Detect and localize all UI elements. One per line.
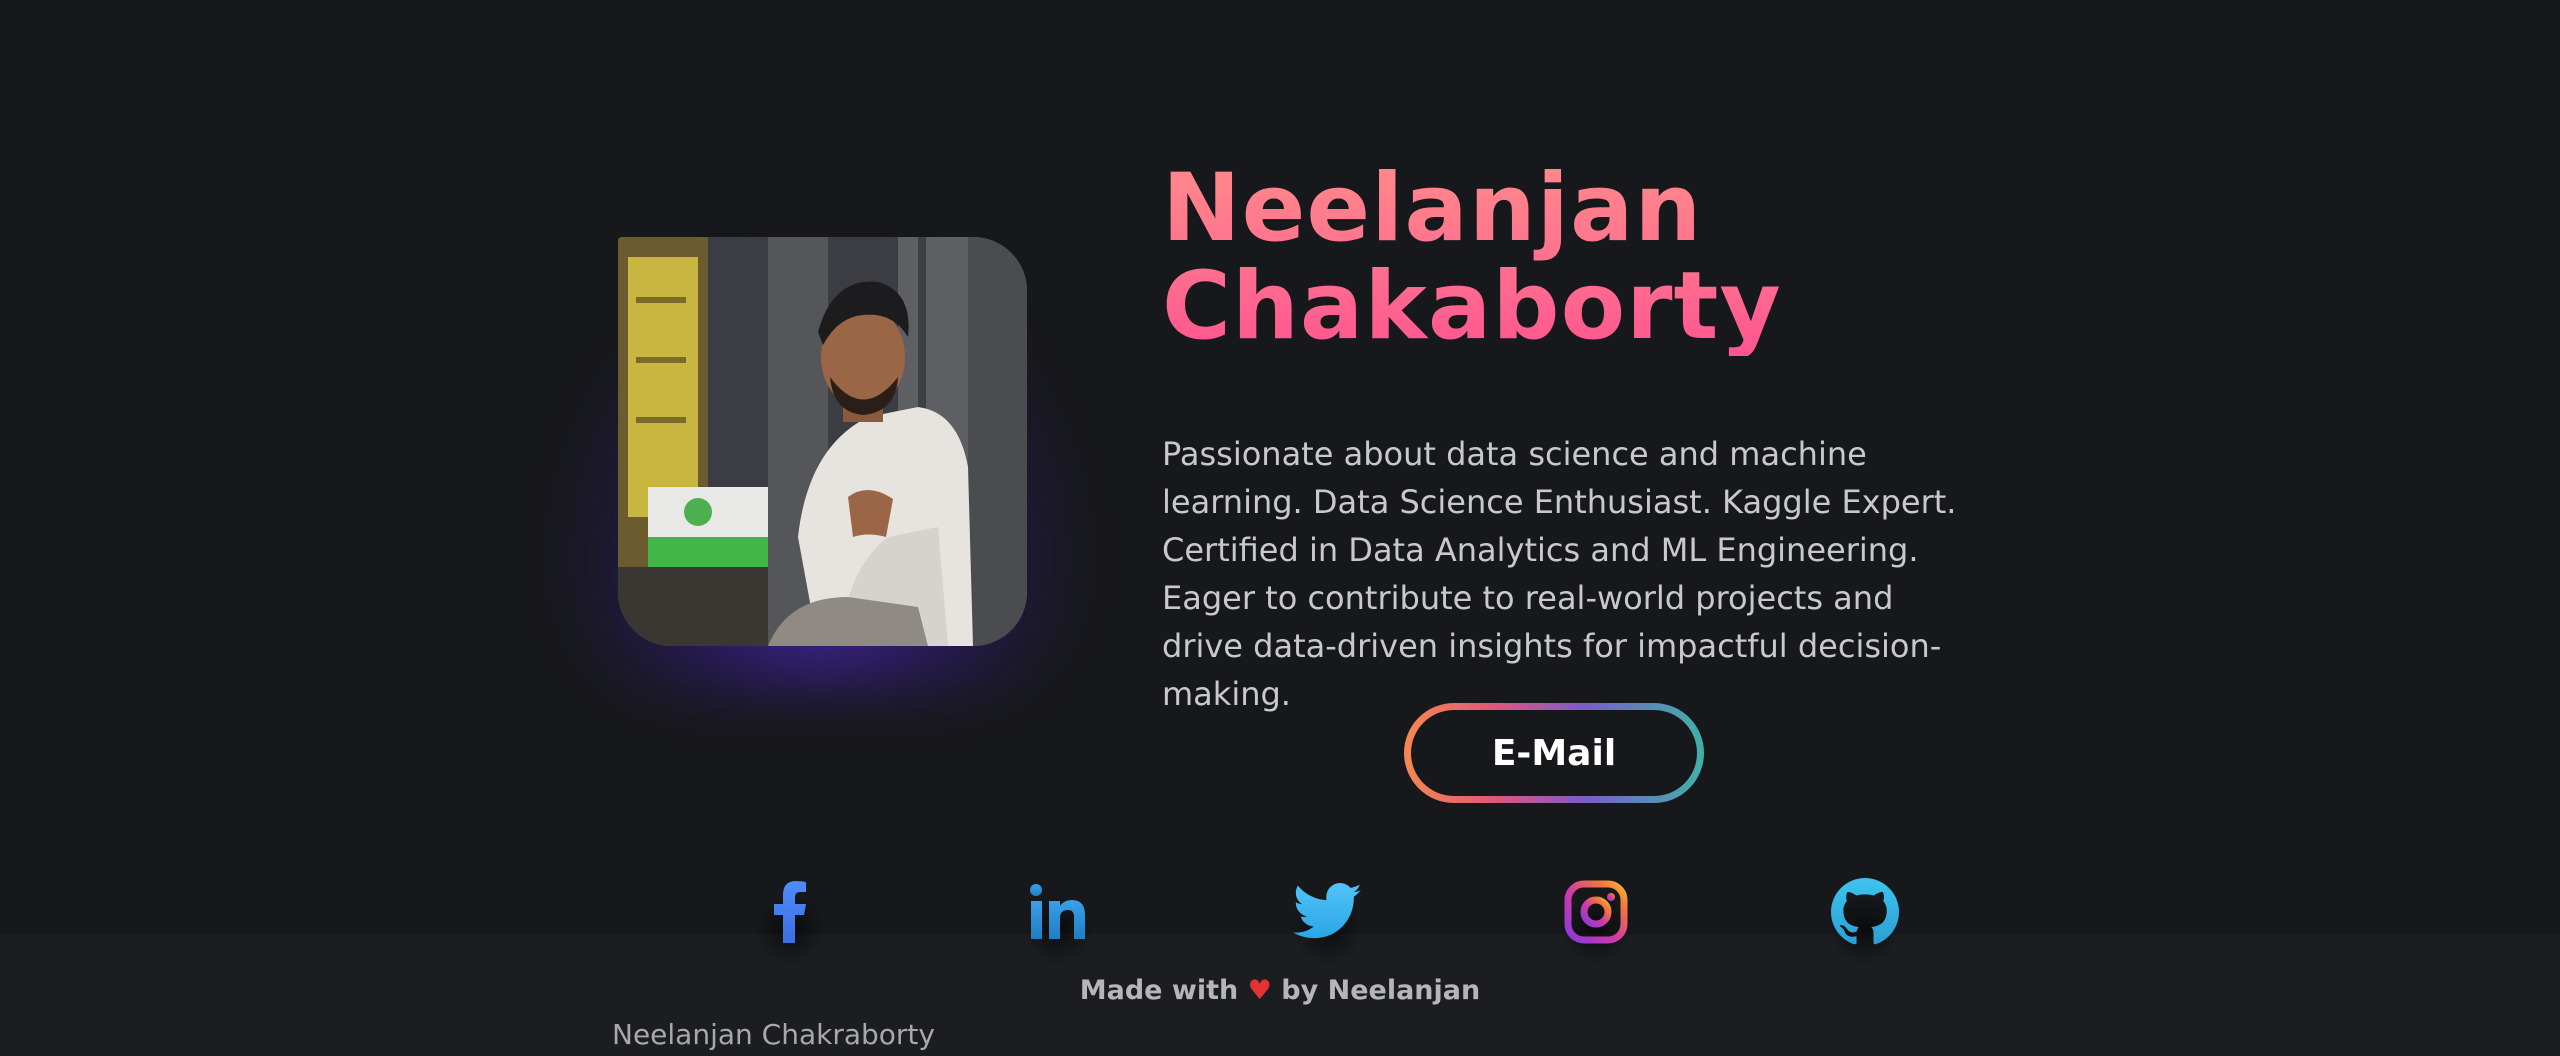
heart-icon: ♥ <box>1247 975 1272 1006</box>
facebook-icon <box>774 881 806 943</box>
linkedin-icon <box>1030 884 1085 939</box>
email-button[interactable]: E-Mail <box>1404 703 1704 803</box>
twitter-link[interactable] <box>1288 872 1368 966</box>
made-with-prefix: Made with <box>1079 975 1239 1006</box>
instagram-icon <box>1564 880 1628 944</box>
profile-bio: Passionate about data science and machin… <box>1162 435 1957 713</box>
profile-photo-illustration <box>618 237 1027 646</box>
email-button-label: E-Mail <box>1411 710 1697 796</box>
profile-name: Neelanjan Chakaborty <box>1162 160 1782 356</box>
made-with-suffix: by Neelanjan <box>1281 975 1481 1006</box>
made-with-credit: Made with ♥ by Neelanjan <box>0 975 2560 1006</box>
linkedin-link[interactable] <box>1018 872 1098 966</box>
profile-name-last: Chakaborty <box>1162 252 1782 361</box>
twitter-icon <box>1293 883 1362 939</box>
footer-copyright: Neelanjan Chakraborty <box>612 1018 935 1051</box>
github-icon <box>1831 878 1899 945</box>
facebook-link[interactable] <box>750 872 830 966</box>
github-link[interactable] <box>1825 872 1905 966</box>
profile-photo <box>618 237 1027 646</box>
profile-name-first: Neelanjan <box>1162 154 1703 263</box>
instagram-link[interactable] <box>1556 872 1636 966</box>
portfolio-page: Neelanjan Chakaborty Passionate about da… <box>0 0 2560 1056</box>
